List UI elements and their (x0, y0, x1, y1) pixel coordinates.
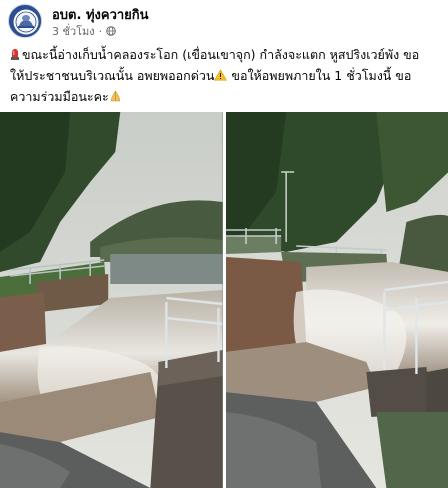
spillway-photo-left[interactable] (0, 112, 223, 488)
post-time[interactable]: 3 ชั่วโมง (52, 22, 95, 40)
meta-separator: · (98, 24, 103, 38)
caption-line-2a: ให้ประชาชนบริเวณนั้น อพยพออกด่วน (10, 68, 215, 83)
spillway-photo-right[interactable] (225, 112, 448, 488)
caption-line-2b: ขอให้อพยพภายใน 1 ชั่วโมงนี้ ขอ (227, 68, 412, 83)
globe-icon (106, 26, 116, 36)
caption-line-1: ขณะนี้อ่างเก็บน้ำคลองระโอก (เขื่อนเขาจุก… (22, 47, 420, 62)
caption-line-3: ความร่วมมือนะคะ (10, 89, 109, 104)
photo-grid (0, 112, 448, 488)
page-avatar[interactable] (8, 4, 42, 38)
warning-icon (214, 69, 228, 81)
post-meta: 3 ชั่วโมง · (52, 22, 116, 40)
post-caption: ขณะนี้อ่างเก็บน้ำคลองระโอก (เขื่อนเขาจุก… (10, 44, 442, 107)
siren-icon (11, 49, 19, 60)
organization-seal-icon (10, 6, 41, 37)
post-header: อบต. ทุ่งควายกิน 3 ชั่วโมง · (0, 0, 448, 40)
flood-photo-image-2 (225, 112, 448, 488)
flood-photo-image (0, 112, 223, 488)
folded-hands-icon (110, 90, 121, 102)
